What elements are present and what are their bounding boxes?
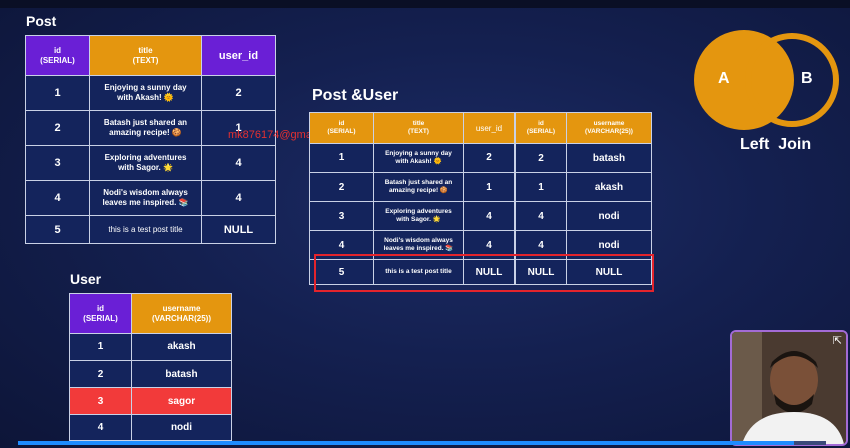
joined-row1-id: 1 [309,143,374,173]
joined-row2-u-id: 1 [515,172,567,202]
post-row2-title: Batash just shared an amazing recipe! 🍪 [89,110,202,146]
joined-row3-u-id: 4 [515,201,567,231]
user-row3-username: sagor [131,387,232,415]
venn-label-b: B [801,70,813,87]
post-row5-title: this is a test post title [89,215,202,244]
joined-row3-title: Exploring adventures with Sagor. 🌟 [373,201,464,231]
joined-row3-id: 3 [309,201,374,231]
joined-row2-username: akash [566,172,652,202]
joined-header-title: title (TEXT) [373,112,464,144]
post-row5-user-id: NULL [201,215,276,244]
joined-row2-title: Batash just shared an amazing recipe! 🍪 [373,172,464,202]
post-row4-title: Nodi's wisdom always leaves me inspired.… [89,180,202,216]
joined-row1-u-id: 2 [515,143,567,173]
left-join-caption: Left Join [740,136,812,153]
joined-heading: Post &User [312,87,399,104]
user-heading: User [70,271,102,287]
null-row-highlight [314,254,654,292]
top-bar [0,0,850,8]
post-row4-id: 4 [25,180,90,216]
expand-icon[interactable]: ⇱ [833,334,842,347]
post-row3-id: 3 [25,145,90,181]
joined-row1-user-id: 2 [463,143,515,173]
joined-header-u-id: id (SERIAL) [515,112,567,144]
joined-row3-username: nodi [566,201,652,231]
joined-row2-id: 2 [309,172,374,202]
user-row2-username: batash [131,360,232,388]
post-row2-id: 2 [25,110,90,146]
post-row1-user-id: 2 [201,75,276,111]
presenter-video[interactable]: ⇱ [730,330,848,446]
joined-row1-username: batash [566,143,652,173]
post-heading: Post [26,13,57,29]
post-row4-user-id: 4 [201,180,276,216]
post-header-user-id: user_id [201,35,276,76]
video-progress-fill [18,441,794,445]
post-row3-title: Exploring adventures with Sagor. 🌟 [89,145,202,181]
user-row4-username: nodi [131,414,232,441]
post-header-title: title (TEXT) [89,35,202,76]
user-row1-username: akash [131,333,232,361]
joined-row3-user-id: 4 [463,201,515,231]
venn-label-a: A [718,70,730,87]
venn-diagram [694,30,839,130]
user-row1-id: 1 [69,333,132,361]
joined-row1-title: Enjoying a sunny day with Akash! 🌞 [373,143,464,173]
joined-header-user-id: user_id [463,112,515,144]
post-row1-title: Enjoying a sunny day with Akash! 🌞 [89,75,202,111]
user-row3-id: 3 [69,387,132,415]
post-row5-id: 5 [25,215,90,244]
user-row4-id: 4 [69,414,132,441]
post-row3-user-id: 4 [201,145,276,181]
venn-circle-a [694,30,794,130]
presenter-silhouette [732,332,846,444]
joined-row2-user-id: 1 [463,172,515,202]
post-header-id: id (SERIAL) [25,35,90,76]
video-progress-bar[interactable] [18,441,826,445]
user-header-id: id (SERIAL) [69,293,132,334]
post-row1-id: 1 [25,75,90,111]
joined-header-id: id (SERIAL) [309,112,374,144]
user-row2-id: 2 [69,360,132,388]
user-header-username: username (VARCHAR(25)) [131,293,232,334]
joined-header-username: username (VARCHAR(25)) [566,112,652,144]
user-table: id (SERIAL) username (VARCHAR(25)) 1 akash… [69,293,232,441]
